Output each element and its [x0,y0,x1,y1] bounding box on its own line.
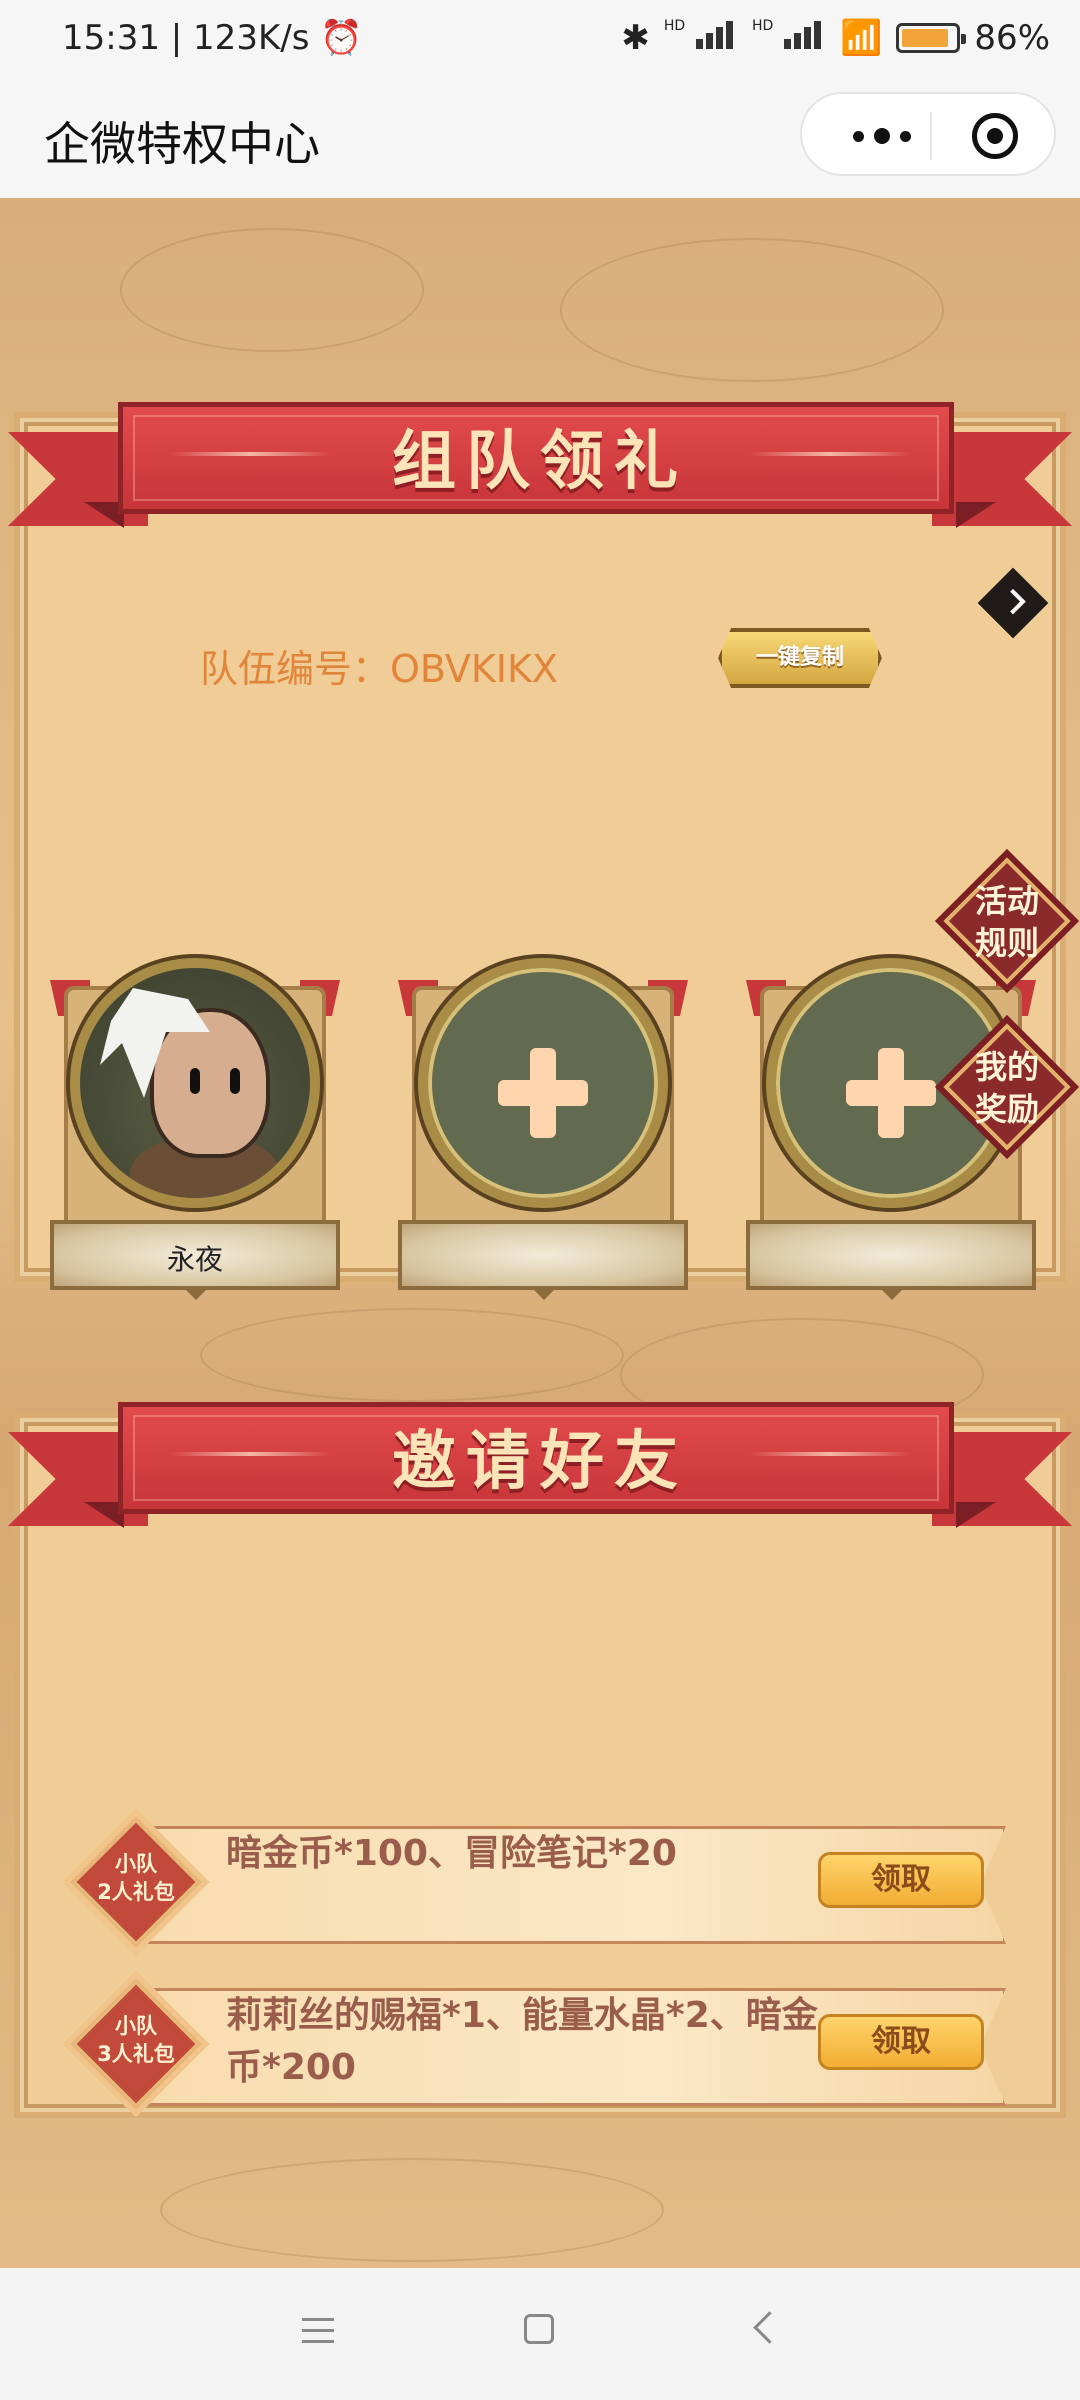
reward-description: 暗金币*100、冒险笔记*20 [226,1833,677,1874]
rules-label-1: 活动 [974,882,1039,920]
team-ribbon: 组队领礼 [0,402,1080,572]
avatar [70,958,320,1208]
team-slot-2[interactable] [398,958,688,1300]
team-id-value: OBVKIKX [390,647,558,691]
team-slot-1[interactable]: 永夜 [50,958,340,1300]
nav-bar: 企微特权中心 [0,82,1080,198]
rewards-label-1: 我的 [974,1048,1039,1086]
reward-row-3p: 小队 3人礼包 莉莉丝的赐福*1、能量水晶*2、暗金币*200 领取 [66,1974,1016,2110]
member-nameplate: 永夜 [50,1220,340,1290]
capsule-divider [930,112,932,160]
invite-ribbon: 邀请好友 [0,1402,1080,1572]
member-name: 永夜 [166,1243,223,1276]
reward-row-2p: 小队 2人礼包 暗金币*100、冒险笔记*20 领取 [66,1812,1016,1948]
status-indicators: ✱ HD HD 📶 86% [621,18,1050,58]
badge-bottom: 3人礼包 [97,2042,175,2066]
back-icon[interactable] [753,2311,786,2344]
activity-rules-button[interactable]: 活动 规则 [943,857,1071,985]
main-content: 组队领礼 队伍编号：OBVKIKX 一键复制 永夜 活动 规则 我的 奖励 邀请… [0,198,1080,2268]
signal-1-icon: HD [664,18,738,58]
bluetooth-icon: ✱ [621,18,650,58]
rewards-label-2: 奖励 [974,1090,1039,1128]
mini-program-capsule [800,92,1056,176]
gift-pack-badge: 小队 2人礼包 [66,1812,206,1952]
signal-2-icon: HD [752,18,826,58]
claim-button[interactable]: 领取 [818,1852,984,1908]
menu-icon[interactable] [302,2318,334,2344]
badge-bottom: 2人礼包 [97,1880,175,1904]
rules-label-2: 规则 [974,924,1039,962]
status-time-speed: 15:31 | 123K/s ⏰ [62,18,363,58]
badge-top: 小队 [115,1852,157,1876]
battery-percent: 86% [974,18,1050,58]
member-nameplate [398,1220,688,1290]
system-nav-bar [0,2268,1080,2400]
claim-button[interactable]: 领取 [818,2014,984,2070]
wifi-icon: 📶 [840,18,883,58]
add-member-button[interactable] [418,958,668,1208]
hd-label-1: HD [663,18,686,34]
reward-description: 莉莉丝的赐福*1、能量水晶*2、暗金币*200 [226,1995,818,2088]
more-dots-icon[interactable] [832,108,932,164]
status-bar: 15:31 | 123K/s ⏰ ✱ HD HD 📶 86% [0,0,1080,82]
time-speed-text: 15:31 | 123K/s [62,18,310,58]
badge-top: 小队 [115,2014,157,2038]
battery-icon [896,23,967,53]
target-icon[interactable] [972,113,1018,159]
my-rewards-button[interactable]: 我的 奖励 [943,1023,1071,1151]
team-id: 队伍编号：OBVKIKX [200,638,558,693]
member-nameplate [746,1220,1036,1290]
hd-label-2: HD [751,18,774,34]
page-title: 企微特权中心 [44,117,320,171]
copy-button[interactable]: 一键复制 [718,628,882,688]
team-id-label: 队伍编号： [200,647,391,691]
team-section-title: 组队领礼 [392,425,688,499]
gift-pack-badge: 小队 3人礼包 [66,1974,206,2114]
home-icon[interactable] [524,2314,554,2344]
alarm-icon: ⏰ [320,18,363,58]
invite-section-title: 邀请好友 [392,1425,688,1499]
